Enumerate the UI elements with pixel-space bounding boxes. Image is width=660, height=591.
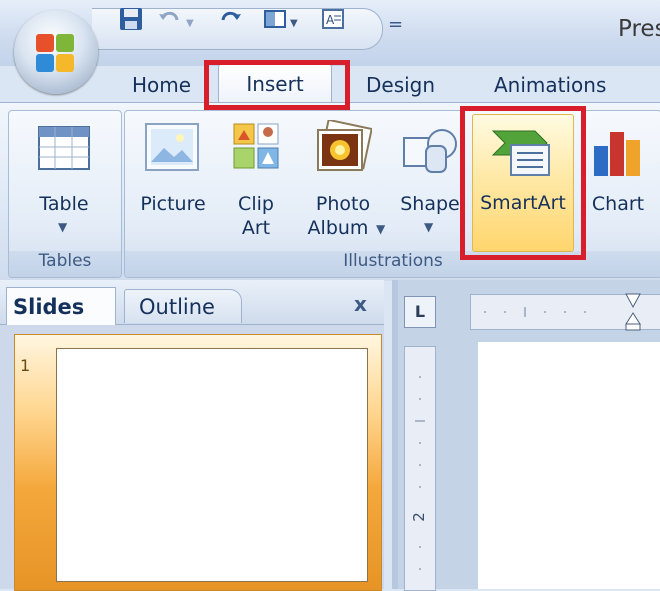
vertical-ruler-number: 2 xyxy=(409,512,428,522)
table-label: Table xyxy=(39,193,89,215)
chart-button[interactable]: Chart xyxy=(584,116,660,250)
picture-icon xyxy=(145,123,199,171)
layout-dropdown-icon[interactable]: ▼ xyxy=(290,18,298,29)
tab-slides[interactable]: Slides xyxy=(6,287,116,325)
shapes-icon xyxy=(403,129,457,173)
picture-button[interactable]: Picture xyxy=(130,116,216,250)
tab-selector[interactable]: L xyxy=(404,296,436,328)
photo-album-label-line1: Photo xyxy=(315,193,371,215)
table-icon xyxy=(38,126,90,170)
slide-number: 1 xyxy=(20,356,31,375)
chart-label: Chart xyxy=(591,193,645,215)
chart-icon xyxy=(594,132,640,176)
shapes-label: Shape xyxy=(400,193,460,215)
photo-album-icon xyxy=(317,120,372,171)
horizontal-ruler[interactable] xyxy=(470,293,660,331)
smartart-highlight xyxy=(460,106,586,260)
indent-marker-icon[interactable] xyxy=(623,293,643,331)
tab-home[interactable]: Home xyxy=(132,68,191,102)
office-button[interactable] xyxy=(14,10,98,94)
clip-art-label-line1: Clip xyxy=(238,193,274,215)
insert-tab-highlight xyxy=(204,60,350,110)
photo-album-dropdown-icon: ▼ xyxy=(376,222,386,236)
redo-icon[interactable] xyxy=(218,6,244,32)
clip-art-button[interactable]: Clip Art xyxy=(222,116,290,250)
picture-label: Picture xyxy=(140,193,206,215)
document-title: Pres xyxy=(618,16,660,42)
qat-customize-icon[interactable]: = xyxy=(388,14,403,35)
text-box-icon[interactable]: A xyxy=(320,6,346,32)
vertical-ruler[interactable] xyxy=(404,346,436,591)
tab-outline[interactable]: Outline xyxy=(124,289,242,323)
vertical-ruler-ticks xyxy=(415,376,425,570)
slide-canvas[interactable] xyxy=(478,342,660,589)
undo-dropdown-icon[interactable]: ▼ xyxy=(186,18,194,29)
shapes-dropdown-icon: ▼ xyxy=(424,220,434,234)
tab-animations[interactable]: Animations xyxy=(494,68,606,102)
pane-close-icon[interactable]: x xyxy=(354,292,367,316)
office-logo-icon xyxy=(36,34,74,72)
layout-icon[interactable] xyxy=(262,6,288,32)
table-dropdown-icon: ▼ xyxy=(58,220,68,234)
tab-design[interactable]: Design xyxy=(366,68,435,102)
clip-art-icon xyxy=(233,123,279,169)
undo-icon[interactable] xyxy=(156,6,182,32)
slide-thumbnail[interactable] xyxy=(56,348,368,582)
save-icon[interactable] xyxy=(118,6,144,32)
svg-text:A: A xyxy=(326,13,335,27)
photo-album-button[interactable]: Photo Album ▼ xyxy=(296,116,390,250)
tables-group-label: Tables xyxy=(38,251,92,271)
photo-album-label-line2: Album xyxy=(307,217,369,239)
table-button[interactable]: Table ▼ xyxy=(16,116,112,250)
shapes-button[interactable]: Shape ▼ xyxy=(394,116,466,250)
clip-art-label-line2: Art xyxy=(241,217,271,239)
